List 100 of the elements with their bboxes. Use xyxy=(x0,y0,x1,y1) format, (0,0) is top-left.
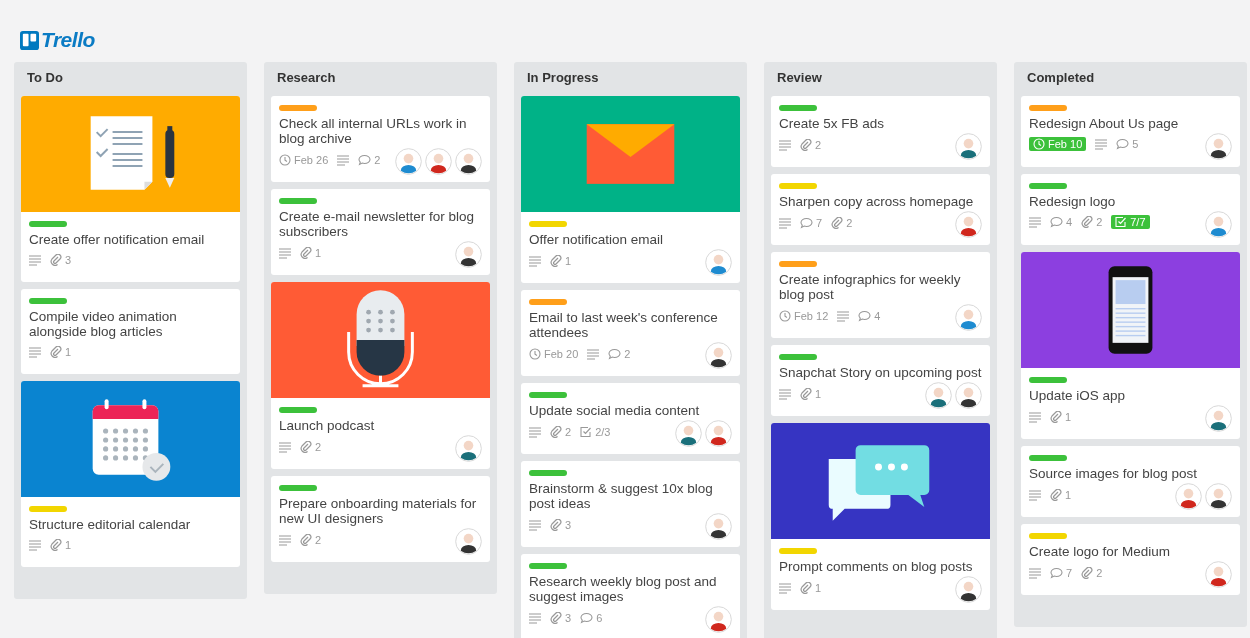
member-avatar[interactable] xyxy=(925,382,952,409)
card-title: Brainstorm & suggest 10x blog post ideas xyxy=(529,481,714,511)
list-title: Research xyxy=(276,69,337,87)
member-avatar[interactable] xyxy=(705,513,732,540)
card-title: Snapchat Story on upcoming post xyxy=(779,365,982,380)
attachment-count: 3 xyxy=(550,519,572,531)
attachment-count: 1 xyxy=(550,255,572,267)
trello-logo-icon xyxy=(20,30,39,50)
member-avatar[interactable] xyxy=(1205,133,1232,160)
member-avatar[interactable] xyxy=(955,382,982,409)
member-avatar[interactable] xyxy=(955,133,982,160)
task-card[interactable]: Offer notification email 1 xyxy=(521,96,740,283)
member-avatar[interactable] xyxy=(455,148,482,175)
task-card[interactable]: Redesign logo 4 2 7/7 xyxy=(1021,174,1240,245)
attachment-count: 3 xyxy=(550,612,572,624)
member-avatar[interactable] xyxy=(455,528,482,555)
comment-count: 4 xyxy=(858,310,881,322)
comment-count: 6 xyxy=(580,612,603,624)
description-icon xyxy=(779,139,791,151)
card-title: Source images for blog post xyxy=(1029,466,1199,481)
task-card[interactable]: Brainstorm & suggest 10x blog post ideas 3 xyxy=(521,461,740,547)
task-card[interactable]: Check all internal URLs work in blog archive Feb 26 2 xyxy=(271,96,490,182)
trello-wordmark[interactable]: Trello xyxy=(41,28,95,52)
description-icon xyxy=(29,539,41,551)
attachment-count: 1 xyxy=(800,388,822,400)
description-icon xyxy=(279,247,291,259)
task-card[interactable]: Compile video animation alongside blog articles 1 xyxy=(21,289,240,374)
description-icon xyxy=(587,348,600,360)
due-date-badge: Feb 26 xyxy=(279,154,329,166)
member-avatar[interactable] xyxy=(955,576,982,603)
card-title: Prepare onboarding materials for new UI designers xyxy=(279,496,478,526)
card-title: Prompt comments on blog posts xyxy=(779,559,974,574)
task-card[interactable]: Prompt comments on blog posts 1 xyxy=(771,423,990,610)
member-avatar[interactable] xyxy=(1205,405,1232,432)
task-card[interactable]: Email to last week's conference attendees Feb 20 2 xyxy=(521,290,740,376)
attachment-count: 2 xyxy=(300,534,322,546)
card-title: Create e-mail newsletter for blog subscribers xyxy=(279,209,476,239)
attachment-count: 3 xyxy=(50,254,72,266)
card-title: Research weekly blog post and suggest images xyxy=(529,574,718,604)
description-icon xyxy=(1095,138,1108,150)
task-card[interactable]: Update social media content 2 2/3 xyxy=(521,383,740,454)
member-avatar[interactable] xyxy=(455,435,482,462)
task-card[interactable]: Launch podcast 2 xyxy=(271,282,490,469)
attachment-count: 1 xyxy=(800,582,822,594)
task-card[interactable]: Research weekly blog post and suggest images 3 6 xyxy=(521,554,740,638)
card-title: Check all internal URLs work in blog archive xyxy=(279,116,468,146)
task-card[interactable]: Sharpen copy across homepage 7 2 xyxy=(771,174,990,245)
task-card[interactable]: Create infographics for weekly blog post Feb 12 4 xyxy=(771,252,990,338)
task-card[interactable]: Update iOS app 1 xyxy=(1021,252,1240,439)
due-date-badge: Feb 20 xyxy=(529,348,579,360)
attachment-count: 2 xyxy=(1081,216,1103,228)
comment-count: 7 xyxy=(1050,567,1073,579)
description-icon xyxy=(1029,216,1041,228)
card-title: Redesign About Us page xyxy=(1029,116,1180,131)
list-title: Review xyxy=(776,69,823,87)
task-card[interactable]: Create offer notification email 3 xyxy=(21,96,240,282)
comment-count: 2 xyxy=(608,348,631,360)
attachment-count: 2 xyxy=(300,441,322,453)
due-date-badge: Feb 12 xyxy=(779,310,829,322)
member-avatar[interactable] xyxy=(675,420,702,447)
member-avatar[interactable] xyxy=(455,241,482,268)
comment-count: 5 xyxy=(1116,138,1139,150)
comment-count: 4 xyxy=(1050,216,1073,228)
description-icon xyxy=(1029,411,1041,423)
attachment-count: 1 xyxy=(50,346,72,358)
card-title: Structure editorial calendar xyxy=(29,517,192,532)
task-card[interactable]: Create e-mail newsletter for blog subscribers 1 xyxy=(271,189,490,275)
card-title: Compile video animation alongside blog articles xyxy=(29,309,178,339)
checklist-badge: 2/3 xyxy=(580,426,611,438)
task-card[interactable]: Redesign About Us page Feb 10 5 xyxy=(1021,96,1240,167)
card-title: Launch podcast xyxy=(279,418,376,433)
card-title: Offer notification email xyxy=(529,232,665,247)
card-title: Create 5x FB ads xyxy=(779,116,886,131)
task-card[interactable]: Create logo for Medium 7 2 xyxy=(1021,524,1240,595)
card-title: Create infographics for weekly blog post xyxy=(779,272,962,302)
task-card[interactable]: Structure editorial calendar 1 xyxy=(21,381,240,567)
description-icon xyxy=(279,534,291,546)
description-icon xyxy=(337,154,350,166)
task-card[interactable]: Prepare onboarding materials for new UI designers 2 xyxy=(271,476,490,562)
attachment-count: 2 xyxy=(550,426,572,438)
attachment-count: 1 xyxy=(1050,489,1072,501)
attachment-count: 2 xyxy=(800,139,822,151)
description-icon xyxy=(1029,567,1041,579)
task-card[interactable]: Create 5x FB ads 2 xyxy=(771,96,990,167)
member-avatar[interactable] xyxy=(705,342,732,369)
member-avatar[interactable] xyxy=(1205,483,1232,510)
card-title: Update social media content xyxy=(529,403,701,418)
task-card[interactable]: Snapchat Story on upcoming post 1 xyxy=(771,345,990,416)
due-date-badge: Feb 10 xyxy=(1029,137,1087,151)
list-title: In Progress xyxy=(526,69,600,87)
attachment-count: 2 xyxy=(1081,567,1103,579)
card-title: Create logo for Medium xyxy=(1029,544,1172,559)
comment-count: 2 xyxy=(358,154,381,166)
description-icon xyxy=(529,255,541,267)
list-title: To Do xyxy=(26,69,64,87)
card-title: Update iOS app xyxy=(1029,388,1127,403)
task-card[interactable]: Source images for blog post 1 xyxy=(1021,446,1240,517)
card-title: Sharpen copy across homepage xyxy=(779,194,975,209)
description-icon xyxy=(529,426,541,438)
description-icon xyxy=(29,254,41,266)
